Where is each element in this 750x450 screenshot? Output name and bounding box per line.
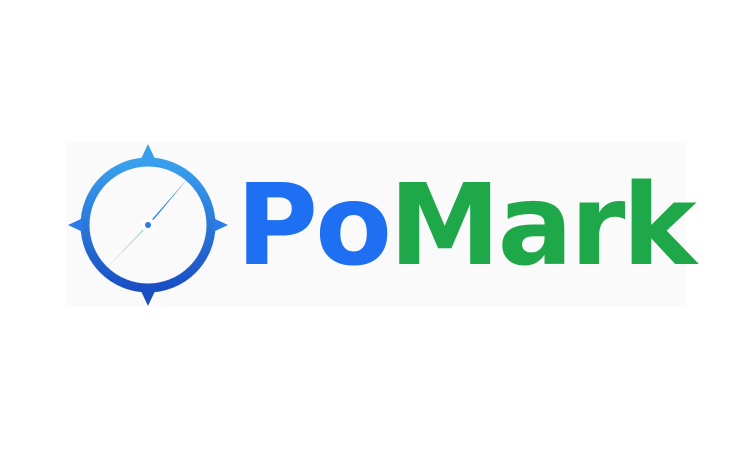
logo-canvas: Po Mark: [0, 0, 750, 450]
brand-name-po: Po: [236, 161, 392, 291]
brand-name-mark: Mark: [389, 161, 697, 291]
compass-icon: [68, 144, 228, 306]
brand-wordmark: Po Mark: [236, 156, 697, 296]
